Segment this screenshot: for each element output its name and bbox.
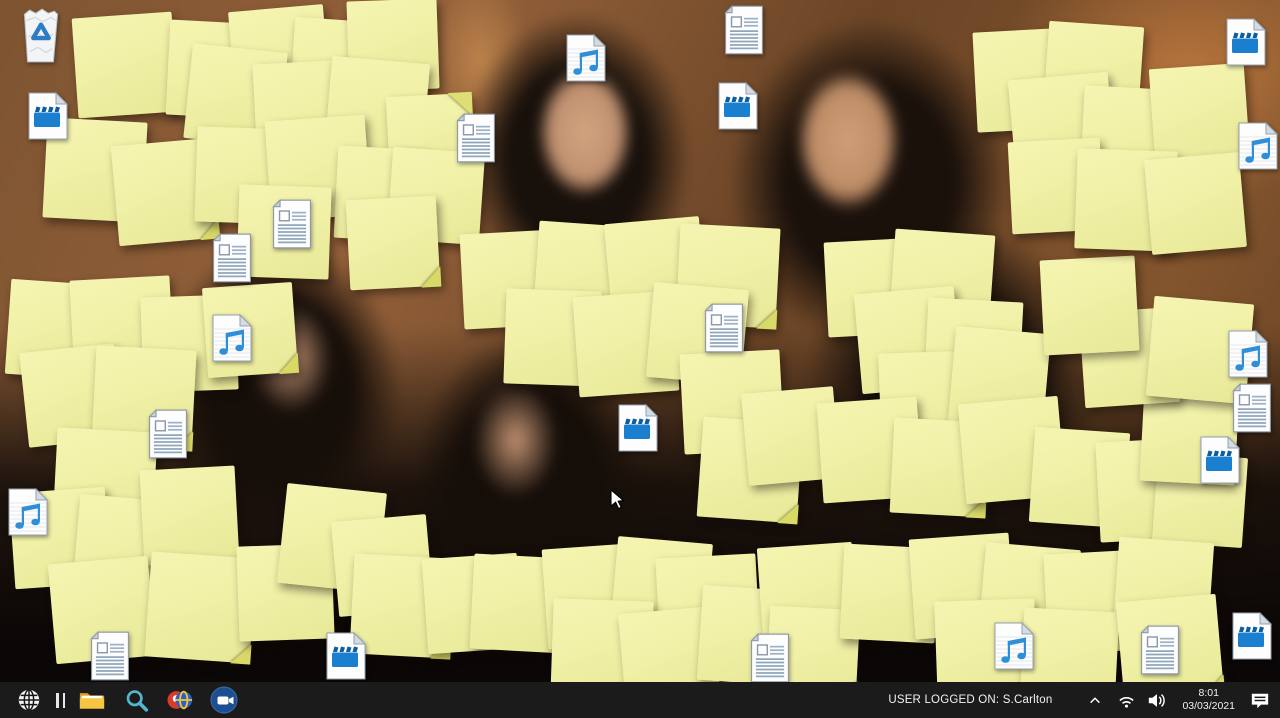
- clock-time: 8:01: [1182, 687, 1235, 700]
- document-icon: [88, 630, 132, 682]
- film-clapper-icon: [26, 90, 70, 142]
- file-icon-music[interactable]: [992, 620, 1036, 672]
- file-icon-music[interactable]: [6, 486, 50, 538]
- folder-icon: [79, 689, 105, 711]
- file-icon-document[interactable]: [146, 408, 190, 460]
- document-icon: [270, 198, 314, 250]
- document-icon: [722, 4, 766, 56]
- action-center-icon[interactable]: [1250, 688, 1270, 712]
- browser-globe-icon: [167, 687, 193, 713]
- file-icon-document[interactable]: [270, 198, 314, 250]
- file-icon-music[interactable]: [1236, 120, 1280, 172]
- volume-icon[interactable]: [1147, 688, 1167, 712]
- taskbar-browser-button[interactable]: [161, 682, 199, 718]
- wifi-icon[interactable]: [1116, 688, 1136, 712]
- document-icon: [210, 232, 254, 284]
- start-button[interactable]: [10, 682, 48, 718]
- taskbar-file-explorer-button[interactable]: [73, 682, 111, 718]
- pause-bars-icon: [56, 693, 65, 708]
- document-icon: [454, 112, 498, 164]
- taskbar-tray: USER LOGGED ON: S.Carlton 8:01 03/03/202…: [888, 687, 1270, 713]
- file-icon-music[interactable]: [210, 312, 254, 364]
- file-icon-video[interactable]: [1224, 16, 1268, 68]
- file-icon-video[interactable]: [1230, 610, 1274, 662]
- desktop-icons-layer: [0, 0, 1280, 682]
- file-icon-document[interactable]: [748, 632, 792, 682]
- film-clapper-icon: [716, 80, 760, 132]
- film-clapper-icon: [1230, 610, 1274, 662]
- video-camera-icon: [210, 686, 238, 714]
- file-icon-video[interactable]: [616, 402, 660, 454]
- film-clapper-icon: [1224, 16, 1268, 68]
- clock-date: 03/03/2021: [1182, 700, 1235, 713]
- file-icon-document[interactable]: [88, 630, 132, 682]
- file-icon-document[interactable]: [1230, 382, 1274, 434]
- music-note-icon: [564, 32, 608, 84]
- film-clapper-icon: [616, 402, 660, 454]
- recycle-bin-glyph: [16, 6, 66, 66]
- file-icon-document[interactable]: [722, 4, 766, 56]
- search-icon: [124, 688, 149, 713]
- file-icon-video[interactable]: [1198, 434, 1242, 486]
- music-note-icon: [1236, 120, 1280, 172]
- mouse-cursor: [610, 489, 626, 511]
- file-icon-music[interactable]: [1226, 328, 1270, 380]
- document-icon: [702, 302, 746, 354]
- file-icon-video[interactable]: [716, 80, 760, 132]
- recycle-bin-icon[interactable]: [16, 6, 66, 66]
- desktop: [0, 0, 1280, 682]
- file-icon-video[interactable]: [324, 630, 368, 682]
- taskbar-left-buttons: [10, 682, 243, 718]
- file-icon-document[interactable]: [702, 302, 746, 354]
- taskbar-search-button[interactable]: [117, 682, 155, 718]
- globe-icon: [16, 687, 42, 713]
- music-note-icon: [1226, 328, 1270, 380]
- document-icon: [1138, 624, 1182, 676]
- file-icon-document[interactable]: [210, 232, 254, 284]
- taskbar-clock[interactable]: 8:01 03/03/2021: [1182, 687, 1235, 713]
- file-icon-document[interactable]: [454, 112, 498, 164]
- logged-on-user-label: USER LOGGED ON: S.Carlton: [888, 694, 1052, 706]
- file-icon-video[interactable]: [26, 90, 70, 142]
- film-clapper-icon: [324, 630, 368, 682]
- music-note-icon: [6, 486, 50, 538]
- document-icon: [1230, 382, 1274, 434]
- file-icon-music[interactable]: [564, 32, 608, 84]
- film-clapper-icon: [1198, 434, 1242, 486]
- music-note-icon: [210, 312, 254, 364]
- music-note-icon: [992, 620, 1036, 672]
- taskbar: USER LOGGED ON: S.Carlton 8:01 03/03/202…: [0, 682, 1280, 718]
- document-icon: [748, 632, 792, 682]
- taskbar-video-app-button[interactable]: [205, 682, 243, 718]
- document-icon: [146, 408, 190, 460]
- file-icon-document[interactable]: [1138, 624, 1182, 676]
- chevron-up-icon[interactable]: [1085, 688, 1105, 712]
